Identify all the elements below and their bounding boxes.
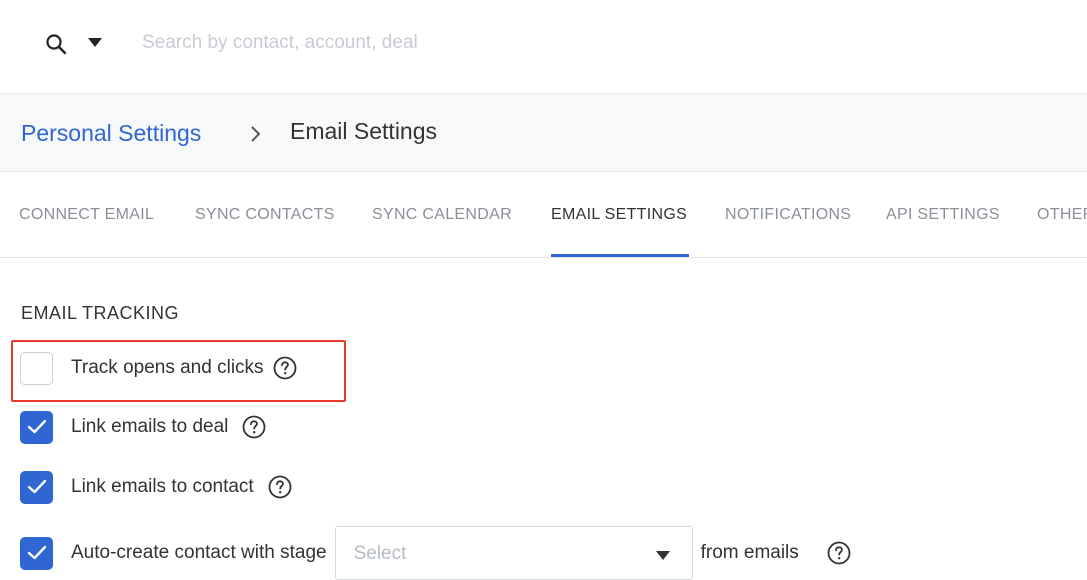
chevron-down-icon[interactable]: [88, 38, 102, 48]
breadcrumb-personal-settings[interactable]: Personal Settings: [21, 120, 201, 147]
option-suffix-label: from emails: [700, 542, 799, 563]
checkbox-track-opens[interactable]: [20, 351, 53, 385]
option-link-contact: Link emails to contact: [20, 470, 292, 504]
option-auto-create-contact: Auto-create contact with stage Select fr…: [20, 526, 851, 580]
tab-sync-calendar[interactable]: SYNC CALENDAR: [372, 206, 512, 224]
tab-other[interactable]: OTHER: [1037, 206, 1087, 224]
tab-api-settings[interactable]: API SETTINGS: [886, 206, 1000, 224]
option-track-opens: Track opens and clicks: [20, 351, 297, 385]
checkmark-icon: [27, 419, 46, 434]
stage-select[interactable]: Select: [334, 526, 693, 580]
settings-tabs: CONNECT EMAIL SYNC CONTACTS SYNC CALENDA…: [0, 172, 1087, 258]
chevron-right-icon: [251, 126, 261, 142]
section-title-email-tracking: EMAIL TRACKING: [21, 303, 180, 323]
help-icon[interactable]: [273, 356, 297, 380]
tab-notifications[interactable]: NOTIFICATIONS: [725, 206, 851, 224]
tab-sync-contacts[interactable]: SYNC CONTACTS: [195, 206, 335, 224]
checkbox-link-contact[interactable]: [20, 470, 53, 504]
checkmark-icon: [27, 479, 46, 494]
chevron-down-icon: [655, 551, 670, 560]
search-input[interactable]: [130, 26, 730, 60]
option-label: Auto-create contact with stage: [71, 542, 327, 563]
tab-email-settings[interactable]: EMAIL SETTINGS: [551, 206, 687, 224]
tab-connect-email[interactable]: CONNECT EMAIL: [19, 206, 154, 224]
top-search-bar: [0, 0, 1087, 94]
help-icon[interactable]: [242, 415, 266, 439]
option-link-deal: Link emails to deal: [20, 410, 266, 444]
help-icon[interactable]: [268, 475, 292, 499]
option-label: Link emails to contact: [71, 476, 254, 497]
option-label: Link emails to deal: [71, 416, 229, 437]
stage-select-value: Select: [353, 543, 407, 564]
checkmark-icon: [27, 545, 46, 560]
help-icon[interactable]: [827, 541, 851, 565]
search-icon[interactable]: [45, 33, 67, 55]
active-tab-indicator: [551, 254, 689, 257]
checkbox-link-deal[interactable]: [20, 410, 53, 444]
option-label: Track opens and clicks: [71, 357, 264, 378]
page-title: Email Settings: [290, 118, 438, 144]
checkbox-auto-create-contact[interactable]: [20, 536, 53, 570]
